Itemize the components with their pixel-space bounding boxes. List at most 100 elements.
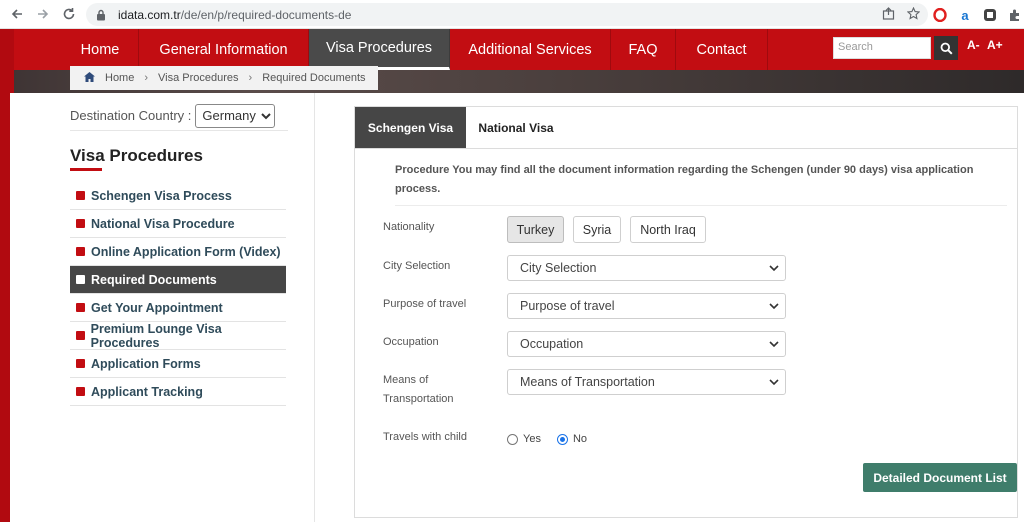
- sidebar-item-label: Online Application Form (Videx): [91, 244, 281, 259]
- sidebar-item-label: Schengen Visa Process: [91, 188, 232, 203]
- bookmark-star-icon[interactable]: [906, 6, 921, 23]
- font-decrease-button[interactable]: A-: [967, 38, 980, 52]
- sidebar-item-label: Applicant Tracking: [91, 384, 203, 399]
- purpose-select[interactable]: Purpose of travel: [507, 293, 786, 319]
- main-menu: Home General Information Visa Procedures…: [62, 29, 768, 70]
- chevron-down-icon: [769, 379, 779, 386]
- puzzle-extensions-icon[interactable]: [1007, 7, 1023, 23]
- required-documents-form: Procedure You may find all the document …: [354, 148, 1018, 518]
- sidebar-item-required-documents[interactable]: Required Documents: [70, 266, 286, 294]
- sidebar-item-label: Get Your Appointment: [91, 300, 223, 315]
- sidebar-item-get-your-appointment[interactable]: Get Your Appointment: [70, 294, 286, 322]
- sidebar-item-label: Application Forms: [91, 356, 201, 371]
- city-selection-select[interactable]: City Selection: [507, 255, 786, 281]
- sidebar-item-premium-lounge[interactable]: Premium Lounge Visa Procedures: [70, 322, 286, 350]
- bullet-icon: [76, 359, 85, 368]
- font-increase-button[interactable]: A+: [987, 38, 1003, 52]
- nationality-north-iraq-button[interactable]: North Iraq: [630, 216, 706, 243]
- radio-yes[interactable]: [507, 433, 518, 445]
- sidebar-item-application-forms[interactable]: Application Forms: [70, 350, 286, 378]
- destination-country: Destination Country : Germany: [70, 101, 288, 131]
- means-of-transportation-label: Means of Transportation: [383, 374, 454, 405]
- occupation-select[interactable]: Occupation: [507, 331, 786, 357]
- city-selection-label: City Selection: [383, 260, 451, 272]
- search-input[interactable]: Search: [833, 37, 931, 59]
- chevron-down-icon: [769, 265, 779, 272]
- site-navigation: Home General Information Visa Procedures…: [0, 29, 1024, 70]
- travels-with-child-options: Yes No: [507, 433, 587, 445]
- breadcrumb-current: Required Documents: [262, 72, 366, 84]
- procedure-intro: Procedure You may find all the document …: [395, 164, 974, 195]
- left-red-stripe: [0, 93, 10, 522]
- destination-label: Destination Country :: [70, 108, 192, 123]
- bullet-icon: [76, 303, 85, 312]
- occupation-value: Occupation: [520, 337, 584, 351]
- sidebar-item-label: National Visa Procedure: [91, 216, 235, 231]
- chevron-down-icon: [769, 303, 779, 310]
- address-bar[interactable]: idata.com.tr/de/en/p/required-documents-…: [86, 3, 928, 26]
- bullet-icon: [76, 387, 85, 396]
- column-divider: [314, 93, 315, 522]
- sidebar-item-national-visa-procedure[interactable]: National Visa Procedure: [70, 210, 286, 238]
- purpose-label: Purpose of travel: [383, 298, 467, 310]
- url-text: idata.com.tr/de/en/p/required-documents-…: [118, 8, 351, 22]
- search-icon: [940, 42, 953, 55]
- extension-box-icon[interactable]: [982, 7, 998, 23]
- url-domain: idata.com.tr: [118, 7, 181, 22]
- tab-national-visa[interactable]: National Visa: [466, 107, 566, 149]
- sidebar-item-schengen-visa-process[interactable]: Schengen Visa Process: [70, 182, 286, 210]
- reload-icon[interactable]: [56, 1, 82, 27]
- nav-faq[interactable]: FAQ: [611, 29, 676, 70]
- radio-no[interactable]: [556, 433, 568, 445]
- nationality-turkey-button[interactable]: Turkey: [507, 216, 564, 243]
- back-arrow-icon[interactable]: [4, 1, 30, 27]
- chevron-down-icon: [769, 341, 779, 348]
- nav-home[interactable]: Home: [62, 29, 139, 70]
- breadcrumb-chevron-icon: ›: [248, 72, 253, 84]
- occupation-label: Occupation: [383, 336, 439, 348]
- sidebar-item-applicant-tracking[interactable]: Applicant Tracking: [70, 378, 286, 406]
- radio-yes-label: Yes: [523, 433, 541, 445]
- nationality-label: Nationality: [383, 221, 435, 233]
- destination-select[interactable]: Germany: [195, 103, 276, 128]
- sidebar-menu: Schengen Visa Process National Visa Proc…: [70, 182, 286, 406]
- breadcrumb-chevron-icon: ›: [144, 72, 149, 84]
- a-extension-icon[interactable]: a: [957, 7, 973, 23]
- url-path: /de/en/p/required-documents-de: [180, 7, 352, 22]
- home-icon[interactable]: [84, 71, 95, 85]
- opera-extension-icon[interactable]: [932, 7, 948, 23]
- browser-toolbar: idata.com.tr/de/en/p/required-documents-…: [0, 0, 1024, 29]
- bullet-icon: [76, 275, 85, 284]
- means-of-transportation-select[interactable]: Means of Transportation: [507, 369, 786, 395]
- intro-divider: [395, 205, 1007, 206]
- breadcrumb-home[interactable]: Home: [105, 72, 134, 84]
- travels-with-child-label: Travels with child: [383, 431, 467, 443]
- bullet-icon: [76, 191, 85, 200]
- nationality-syria-button[interactable]: Syria: [573, 216, 621, 243]
- radio-no-label: No: [572, 433, 588, 445]
- bullet-icon: [76, 247, 85, 256]
- sidebar-item-label: Premium Lounge Visa Procedures: [90, 321, 222, 350]
- purpose-value: Purpose of travel: [520, 299, 615, 313]
- city-selection-value: City Selection: [520, 261, 597, 275]
- share-icon[interactable]: [882, 6, 895, 23]
- breadcrumb-visa-procedures[interactable]: Visa Procedures: [158, 72, 239, 84]
- breadcrumb: Home › Visa Procedures › Required Docume…: [70, 66, 378, 90]
- sidebar-item-label: Required Documents: [91, 272, 217, 287]
- tab-schengen-visa[interactable]: Schengen Visa: [355, 107, 466, 149]
- hero-left-edge: [0, 70, 14, 93]
- sidebar-item-online-application-form[interactable]: Online Application Form (Videx): [70, 238, 286, 266]
- nav-additional-services[interactable]: Additional Services: [450, 29, 611, 70]
- nav-left-edge: [0, 29, 14, 70]
- lock-icon: [94, 8, 108, 22]
- nav-general-information[interactable]: General Information: [139, 29, 309, 70]
- search-button[interactable]: [934, 36, 958, 60]
- bullet-icon: [76, 331, 85, 340]
- detailed-document-list-button[interactable]: Detailed Document List: [863, 463, 1017, 492]
- forward-arrow-icon[interactable]: [30, 1, 56, 27]
- visa-tabs: Schengen Visa National Visa: [354, 106, 1018, 149]
- nav-visa-procedures[interactable]: Visa Procedures: [309, 29, 450, 70]
- bullet-icon: [76, 219, 85, 228]
- means-of-transportation-value: Means of Transportation: [520, 375, 655, 389]
- nav-contact[interactable]: Contact: [676, 29, 768, 70]
